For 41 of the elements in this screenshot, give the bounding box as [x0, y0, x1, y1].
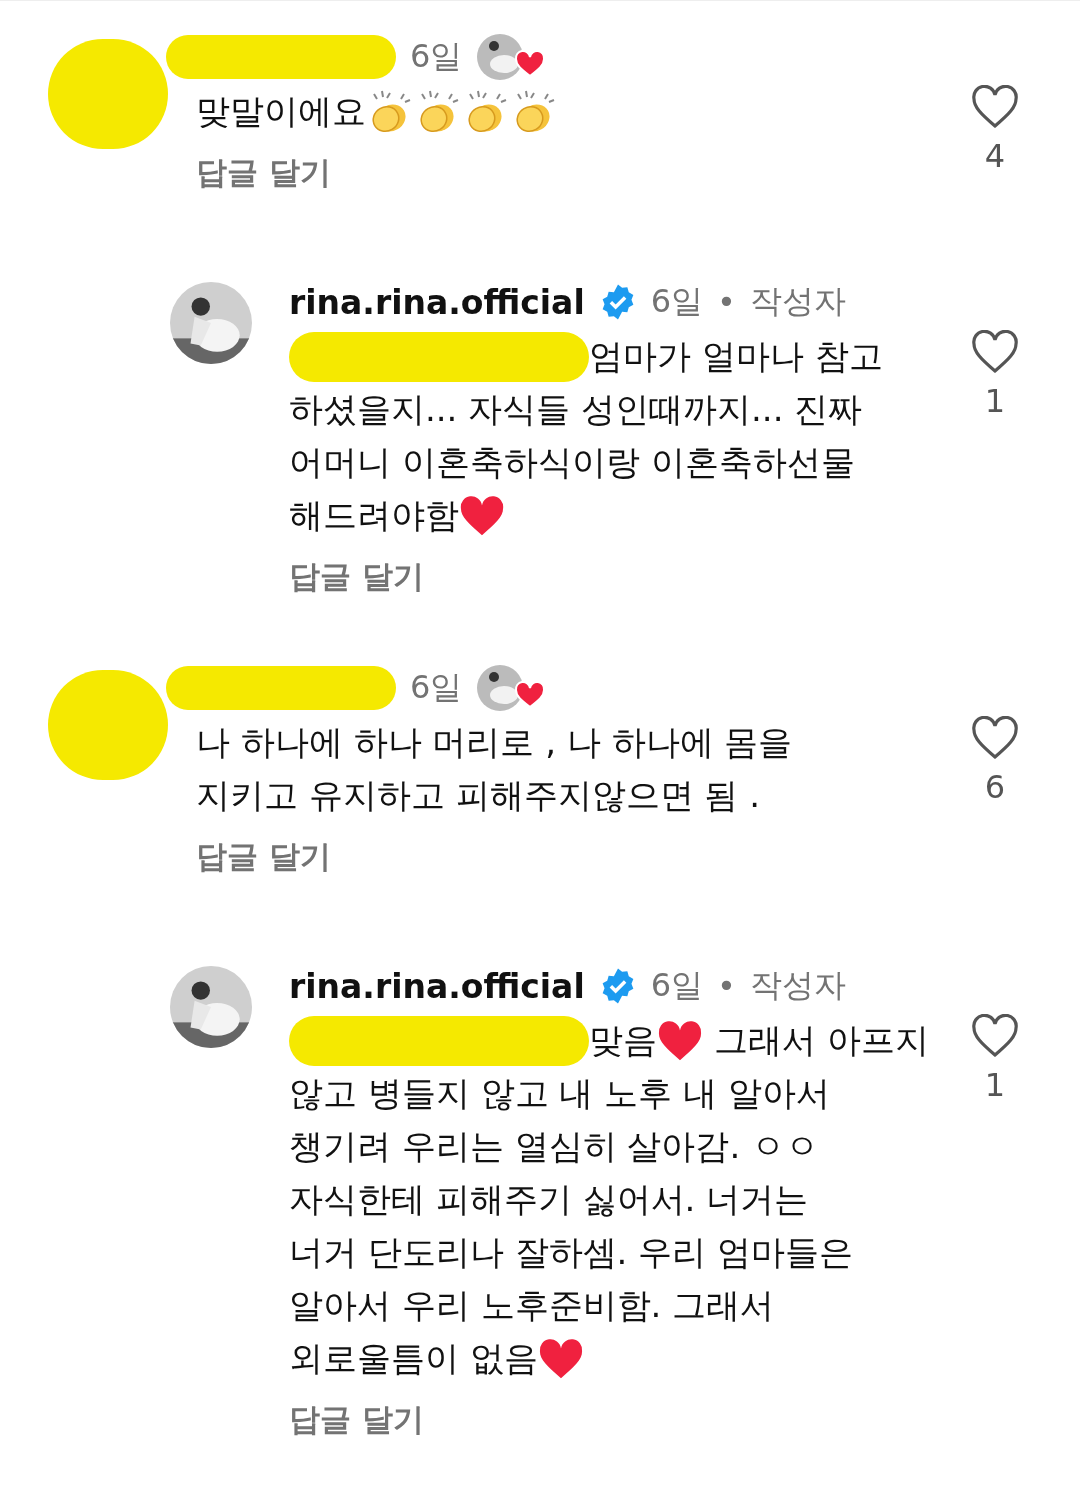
separator-dot: • — [717, 283, 736, 321]
comment-text: 어머니 이혼축하식이랑 이혼축하선물 — [289, 441, 855, 484]
like-icon — [971, 330, 1019, 374]
comment-time: 6일 — [650, 965, 704, 1006]
username[interactable]: rina.rina.official — [289, 966, 585, 1006]
like-icon — [971, 1014, 1019, 1058]
like-button[interactable] — [971, 85, 1019, 129]
comment-text: 그래서 아프지 — [712, 1019, 929, 1062]
reply-link[interactable]: 답글 달기 — [196, 152, 331, 194]
username[interactable]: rina.rina.official — [289, 282, 585, 322]
comment-text: 알아서 우리 노후준비함. 그래서 — [289, 1284, 775, 1327]
like-count: 1 — [984, 382, 1006, 420]
comment-text: 나 하나에 하나 머리로 , 나 하나에 몸을 — [196, 721, 793, 764]
comment-text: 너거 단도리나 잘하셈. 우리 엄마들은 — [289, 1231, 854, 1274]
comment-text: 않고 병들지 않고 내 노후 내 알아서 — [289, 1072, 830, 1115]
like-button[interactable] — [971, 716, 1019, 760]
comment-text: 자식한테 피해주기 싫어서. 너거는 — [289, 1178, 809, 1221]
comment-text: 하셨을지... 자식들 성인때까지... 진짜 — [289, 388, 863, 431]
comment-time: 6일 — [410, 667, 463, 708]
comment-text: 외로울틈이 없음 — [289, 1337, 538, 1380]
comment-text: 지키고 유지하고 피해주지않으면 됨 . — [196, 774, 761, 817]
like-count: 1 — [984, 1066, 1006, 1104]
comment-time: 6일 — [410, 36, 463, 77]
comment-text: 엄마가 얼마나 참고 — [589, 335, 883, 378]
separator-dot: • — [717, 967, 736, 1005]
like-icon — [971, 716, 1019, 760]
like-button[interactable] — [971, 1014, 1019, 1058]
like-count: 6 — [984, 768, 1006, 806]
comment-time: 6일 — [650, 281, 704, 322]
like-button[interactable] — [971, 330, 1019, 374]
reply-link[interactable]: 답글 달기 — [289, 1399, 424, 1441]
author-tag: 작성자 — [749, 280, 846, 324]
like-count: 4 — [984, 137, 1006, 175]
reply-link[interactable]: 답글 달기 — [289, 556, 424, 598]
like-icon — [971, 85, 1019, 129]
comment-text: 해드려야함 — [289, 494, 459, 537]
author-tag: 작성자 — [749, 964, 846, 1008]
comment-text: 맞말이에요 — [196, 90, 366, 133]
reply-link[interactable]: 답글 달기 — [196, 836, 331, 878]
comment-text: 맞음 — [589, 1019, 657, 1062]
comment-text: 챙기려 우리는 열심히 살아감. ㅇㅇ — [289, 1125, 820, 1168]
